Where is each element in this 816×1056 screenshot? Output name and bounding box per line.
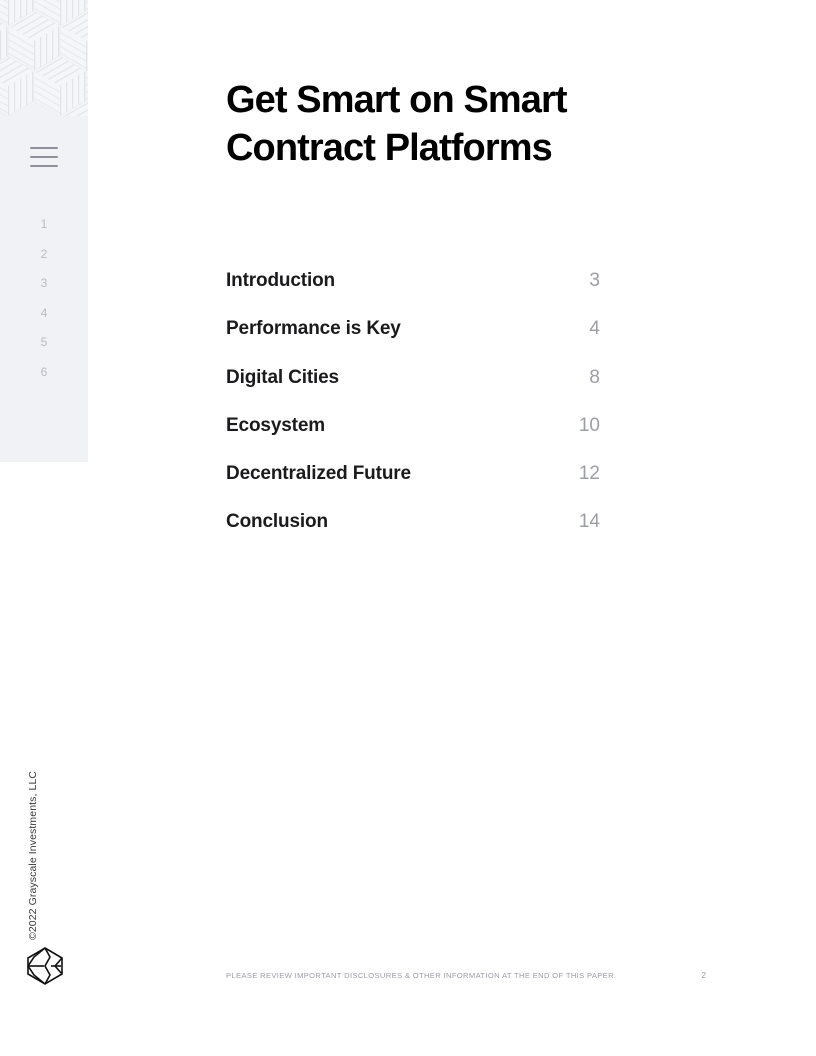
page-index-item[interactable]: 1 (0, 210, 88, 240)
toc-entry-label: Ecosystem (226, 414, 325, 436)
grayscale-logo-icon (24, 945, 66, 987)
page-footer: PLEASE REVIEW IMPORTANT DISCLOSURES & OT… (226, 971, 706, 980)
disclosure-note: PLEASE REVIEW IMPORTANT DISCLOSURES & OT… (226, 971, 617, 980)
toc-entry-performance-is-key[interactable]: Performance is Key 4 (226, 318, 600, 366)
page-index-item[interactable]: 6 (0, 358, 88, 388)
toc-entry-page: 4 (589, 318, 600, 340)
toc-entry-conclusion[interactable]: Conclusion 14 (226, 511, 600, 559)
footer-page-number: 2 (701, 971, 706, 980)
toc-entry-label: Digital Cities (226, 366, 339, 388)
copyright-text: ©2022 Grayscale Investments, LLC (26, 770, 39, 940)
isometric-cube-pattern (0, 0, 88, 116)
toc-entry-label: Performance is Key (226, 318, 401, 340)
menu-bar-3 (30, 165, 58, 167)
sidebar: 1 2 3 4 5 6 (0, 0, 88, 462)
toc-entry-label: Decentralized Future (226, 463, 411, 485)
hamburger-menu-icon[interactable] (30, 147, 58, 169)
document-page: 1 2 3 4 5 6 ©2022 Grayscale Investments,… (0, 0, 816, 1056)
toc-entry-page: 3 (589, 270, 600, 291)
toc-entry-label: Conclusion (226, 511, 328, 533)
page-index-item[interactable]: 4 (0, 299, 88, 329)
toc-entry-digital-cities[interactable]: Digital Cities 8 (226, 367, 600, 415)
page-index-item[interactable]: 3 (0, 269, 88, 299)
toc-entry-page: 12 (578, 463, 600, 485)
copyright-notice: ©2022 Grayscale Investments, LLC (0, 700, 88, 940)
toc-entry-page: 14 (578, 511, 600, 533)
page-index-item[interactable]: 5 (0, 328, 88, 358)
toc-entry-page: 8 (589, 366, 600, 388)
page-title: Get Smart on Smart Contract Platforms (226, 79, 568, 169)
toc-entry-label: Introduction (226, 270, 336, 291)
toc-entry-decentralized-future[interactable]: Decentralized Future 12 (226, 463, 600, 511)
toc-entry-page: 10 (578, 414, 600, 436)
toc-entry-introduction[interactable]: Introduction 3 (226, 270, 600, 318)
toc-entry-ecosystem[interactable]: Ecosystem 10 (226, 415, 600, 463)
page-index-item[interactable]: 2 (0, 240, 88, 270)
page-index-list: 1 2 3 4 5 6 (0, 210, 88, 387)
menu-bar-1 (30, 147, 58, 149)
menu-bar-2 (30, 156, 58, 158)
table-of-contents: Introduction 3 Performance is Key 4 Digi… (226, 270, 600, 560)
main-content: Get Smart on Smart Contract Platforms In… (226, 0, 746, 1056)
